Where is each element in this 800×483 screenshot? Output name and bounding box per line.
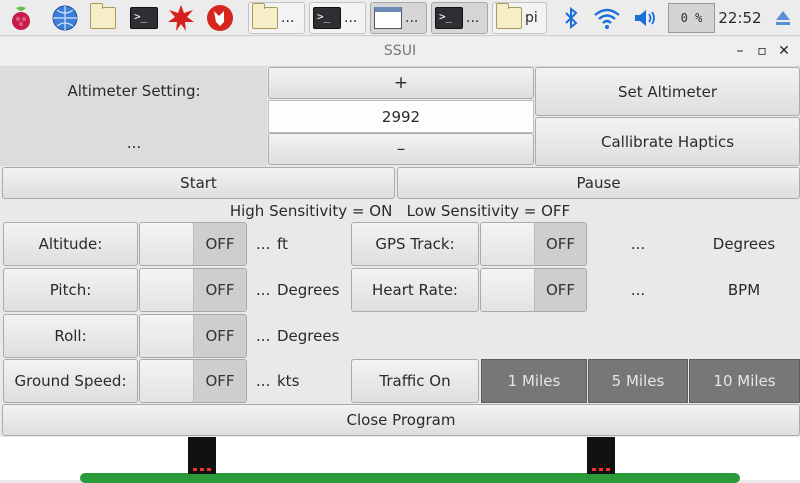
close-program-button[interactable]: Close Program (2, 404, 800, 436)
roll-unit: Degrees (277, 327, 340, 345)
traffic-on-button[interactable]: Traffic On (351, 359, 479, 403)
roll-value: ... (256, 327, 271, 345)
folder-icon (252, 3, 278, 29)
ground-speed-toggle[interactable]: OFF (139, 359, 247, 403)
pitch-button[interactable]: Pitch: (3, 268, 138, 312)
gps-track-toggle[interactable]: OFF (480, 222, 587, 266)
task-terminal[interactable]: >_... (309, 2, 366, 34)
taskbar: >_ ... >_... ... >_... pi 0 % 22:52 (0, 0, 800, 36)
heart-rate-toggle-state: OFF (535, 269, 586, 311)
task-folder[interactable]: ... (248, 2, 305, 34)
roll-toggle[interactable]: OFF (139, 314, 247, 358)
terminal-icon: >_ (313, 7, 341, 29)
window-title: SSUI (383, 43, 417, 59)
volume-icon[interactable] (630, 3, 660, 33)
task-label: ... (344, 10, 358, 26)
file-manager-icon[interactable] (88, 3, 118, 33)
terminal-launcher-icon[interactable]: >_ (129, 3, 159, 33)
heart-rate-toggle[interactable]: OFF (480, 268, 587, 312)
pitch-toggle-state: OFF (194, 269, 246, 311)
horizon-ground (80, 473, 740, 483)
gps-track-unit: Degrees (712, 235, 776, 253)
terminal-icon: >_ (435, 7, 463, 29)
wolfram-icon[interactable] (205, 3, 235, 33)
roll-toggle-state: OFF (194, 315, 246, 357)
pitch-unit: Degrees (277, 281, 340, 299)
altitude-button[interactable]: Altitude: (3, 222, 138, 266)
task-label: pi (525, 10, 538, 26)
task-window[interactable]: ... (370, 2, 427, 34)
altitude-toggle[interactable]: OFF (139, 222, 247, 266)
folder-icon (496, 3, 522, 29)
minimize-button[interactable]: – (731, 42, 749, 60)
right-indicator-bar (587, 437, 615, 474)
task-label: ... (466, 10, 480, 26)
pitch-toggle[interactable]: OFF (139, 268, 247, 312)
task-terminal-active[interactable]: >_... (431, 2, 488, 34)
ground-speed-value: ... (256, 372, 271, 390)
cpu-value: 0 % (680, 11, 703, 25)
eject-icon[interactable] (768, 3, 798, 33)
ground-speed-button[interactable]: Ground Speed: (3, 359, 138, 403)
altimeter-increment-button[interactable]: + (268, 67, 534, 99)
close-window-button[interactable]: ✕ (775, 42, 793, 60)
math-app-icon[interactable] (166, 3, 196, 33)
task-label: ... (281, 10, 295, 26)
raspberry-menu-icon[interactable] (6, 3, 36, 33)
range-5-miles-button[interactable]: 5 Miles (588, 359, 688, 403)
altitude-toggle-state: OFF (194, 223, 246, 265)
window-icon (374, 7, 402, 29)
web-browser-icon[interactable] (50, 3, 80, 33)
altimeter-decrement-button[interactable]: – (268, 133, 534, 165)
sensitivity-status: High Sensitivity = ON Low Sensitivity = … (229, 202, 571, 220)
heart-rate-unit: BPM (727, 281, 761, 299)
start-button[interactable]: Start (2, 167, 395, 199)
heart-rate-button[interactable]: Heart Rate: (351, 268, 479, 312)
gps-track-toggle-state: OFF (535, 223, 586, 265)
ground-speed-unit: kts (277, 372, 300, 390)
altitude-value: ... (256, 235, 271, 253)
altimeter-label: Altimeter Setting: (67, 82, 201, 100)
cpu-monitor[interactable]: 0 % (668, 3, 715, 33)
window-titlebar: SSUI – ▫ ✕ (0, 37, 800, 67)
range-1-miles-button[interactable]: 1 Miles (481, 359, 587, 403)
task-label: ... (405, 10, 419, 26)
task-folder-pi[interactable]: pi (492, 2, 547, 34)
calibrate-haptics-button[interactable]: Callibrate Haptics (535, 117, 800, 166)
pitch-value: ... (256, 281, 271, 299)
maximize-button[interactable]: ▫ (753, 42, 771, 60)
wifi-icon[interactable] (592, 3, 622, 33)
pause-button[interactable]: Pause (397, 167, 800, 199)
clock[interactable]: 22:52 (716, 0, 764, 36)
gps-track-value: ... (630, 235, 646, 253)
left-indicator-bar (188, 437, 216, 474)
roll-button[interactable]: Roll: (3, 314, 138, 358)
ground-speed-toggle-state: OFF (194, 360, 246, 402)
heart-rate-value: ... (630, 281, 646, 299)
altimeter-status: ... (126, 134, 142, 152)
range-10-miles-button[interactable]: 10 Miles (689, 359, 800, 403)
gps-track-button[interactable]: GPS Track: (351, 222, 479, 266)
bluetooth-icon[interactable] (556, 3, 586, 33)
altitude-unit: ft (277, 235, 288, 253)
altimeter-value[interactable]: 2992 (268, 100, 534, 133)
set-altimeter-button[interactable]: Set Altimeter (535, 67, 800, 116)
